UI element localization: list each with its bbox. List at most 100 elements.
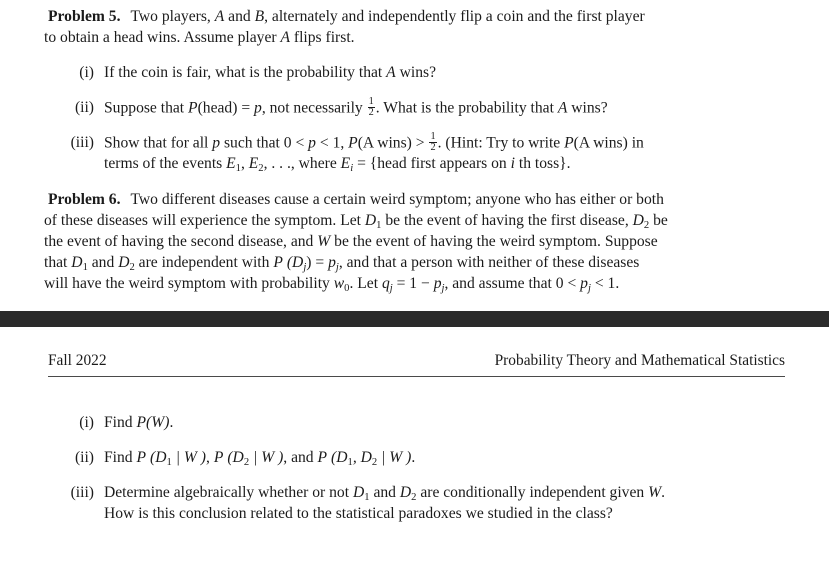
p6-l5-d: 1. xyxy=(607,275,620,292)
p6iii-D1: D xyxy=(352,484,365,501)
p5ii-eq: = xyxy=(241,99,251,117)
prob-pj-3: p xyxy=(580,275,588,292)
p6iii-W: W xyxy=(648,484,662,501)
problem5-intro-line2: to obtain a head wins. Assume player A f… xyxy=(44,27,355,49)
problem5-heading: Problem 5. xyxy=(48,8,121,25)
complement-qj-sub: j xyxy=(389,282,393,294)
complement-qj: q xyxy=(381,275,390,292)
p6ii-a: Find xyxy=(104,449,133,466)
p6-l3-b: be the event of having the weird symptom… xyxy=(334,233,658,250)
p5iii-Awins2: (A wins) xyxy=(573,134,628,152)
p5iii-p2: p xyxy=(308,134,316,152)
page-separator-band xyxy=(0,311,829,327)
event-ei: E xyxy=(340,155,351,172)
p5iii-lt1: < xyxy=(295,134,305,152)
one-half-fraction-a: 12 xyxy=(367,96,375,119)
disease-d1-sub: 1 xyxy=(376,219,382,231)
p5i-b: wins? xyxy=(399,64,436,81)
disease-d1-b: D xyxy=(71,254,83,271)
problem5-intro-b: and xyxy=(228,8,251,25)
disease-d1-sub-b: 1 xyxy=(82,261,88,273)
prob-pj: p xyxy=(328,254,336,271)
p5iii2-eq: = xyxy=(357,155,366,172)
disease-d2: D xyxy=(632,212,644,229)
p6ii-arg1-bar: | W ) xyxy=(175,449,206,466)
p6ii-arg2-bar: | W ) xyxy=(253,449,284,466)
problem6-item-i-label: (i) xyxy=(79,414,94,431)
disease-d2-sub-b: 2 xyxy=(129,261,135,273)
p5iii-gt: > xyxy=(415,134,425,152)
p6-l5-a: will have the weird symptom with probabi… xyxy=(44,275,330,292)
p6ii-arg1-sub: 1 xyxy=(166,456,172,468)
p5iii-P: P xyxy=(348,134,358,152)
p5ii-d: wins? xyxy=(571,99,608,117)
p6-l5-one: 1 xyxy=(409,275,418,292)
problem5-item-i-label: (i) xyxy=(79,64,94,81)
player-a-var: A xyxy=(214,8,225,25)
prob-pj-2: p xyxy=(433,275,442,292)
p6ii-P1: P xyxy=(136,449,147,466)
p5i-a: If the coin is fair, what is the probabi… xyxy=(104,64,383,81)
p5iii-Awins: (A wins) xyxy=(357,134,412,152)
problem6-line3: the event of having the second disease, … xyxy=(44,231,658,253)
p6-l2-b: be the event of having the first disease… xyxy=(385,212,629,229)
p5ii-a: Suppose that xyxy=(104,99,185,117)
p6iii-c: are conditionally independent given xyxy=(420,484,645,501)
toss-index-i: i xyxy=(510,155,515,172)
p6-l5-b: . Let xyxy=(349,275,379,292)
p5iii-d: in xyxy=(631,134,644,152)
p5iii2-dots: , . . ., xyxy=(263,155,295,172)
p5iii-b: such that 0 xyxy=(223,134,292,152)
problem5-intro2-a: to obtain a head wins. Assume player xyxy=(44,29,277,46)
problem5-item-iii-line1: Show that for all p such that 0 < p < 1,… xyxy=(104,131,644,154)
p5iii-lt2: < xyxy=(319,134,329,152)
p5ii-var: A xyxy=(557,99,568,117)
p6iii-a: Determine algebraically whether or not xyxy=(104,484,350,501)
p6-l4-b: and xyxy=(91,254,115,271)
problem5-heading-line: Problem 5. Two players, A and B, alternat… xyxy=(48,6,645,28)
event-e1-sub: 1 xyxy=(235,162,241,174)
one-half-fraction-b: 12 xyxy=(429,131,437,154)
p5iii2-a: terms of the events xyxy=(104,155,223,172)
p6i-P: P xyxy=(136,414,147,431)
p6ii-end: . xyxy=(411,449,416,466)
p5iii-P2: P xyxy=(564,134,574,152)
document-page: Problem 5. Two players, A and B, alternat… xyxy=(0,0,829,567)
header-course-title: Probability Theory and Mathematical Stat… xyxy=(494,352,785,369)
problem5-intro-c: , alternately and independently flip a c… xyxy=(264,8,645,25)
p6ii-arg2-open: (D xyxy=(227,449,244,466)
prob-pj-3-sub: j xyxy=(587,282,591,294)
problem6-item-ii-text: Find P (D1 | W ), P (D2 | W ), and P (D1, D… xyxy=(104,447,415,473)
player-b-var: B xyxy=(254,8,265,25)
p6ii-P3: P xyxy=(317,449,328,466)
problem6-item-iii-label: (iii) xyxy=(70,484,94,501)
p6ii-arg3-open: (D xyxy=(331,449,348,466)
player-a-var-2: A xyxy=(280,29,290,46)
p6ii-arg3-mid: , D xyxy=(352,449,372,466)
problem5-item-ii-label: (ii) xyxy=(74,99,94,116)
p6-l5-minus: − xyxy=(421,275,430,292)
p6i-a: Find xyxy=(104,414,133,431)
problem5-item-iii-line2: terms of the events E1, E2, . . ., where… xyxy=(104,155,571,174)
problem5-item-ii-text: Suppose that P(head) = p, not necessaril… xyxy=(104,96,608,119)
p6iii-D2-sub: 2 xyxy=(411,491,417,503)
problem6-line5: will have the weird symptom with probabi… xyxy=(44,273,619,299)
p6ii-arg1-open: (D xyxy=(150,449,167,466)
p6i-b: . xyxy=(169,414,174,431)
header-term: Fall 2022 xyxy=(48,352,107,369)
p6-l4-eq: = xyxy=(315,254,325,271)
p6ii-arg3-sub2: 2 xyxy=(371,456,378,468)
problem6-item-iii-line2: How is this conclusion related to the st… xyxy=(104,505,613,522)
p6ii-P2: P xyxy=(213,449,224,466)
problem6-item-i-text: Find P(W). xyxy=(104,412,173,434)
p5iii-c: . (Hint: Try to write xyxy=(437,134,561,152)
p5ii-b: , not necessarily xyxy=(261,99,363,117)
p6-l4-c: are independent with xyxy=(138,254,270,271)
p6-l5-eq: = xyxy=(396,275,406,292)
event-ei-sub: i xyxy=(350,162,354,174)
p5ii-head: (head) xyxy=(197,99,238,117)
event-e1: E xyxy=(226,155,236,172)
event-e2: E xyxy=(248,155,259,172)
p6-l4-d: , and that a person with neither of thes… xyxy=(338,254,640,271)
p5iii-p: p xyxy=(212,134,221,152)
